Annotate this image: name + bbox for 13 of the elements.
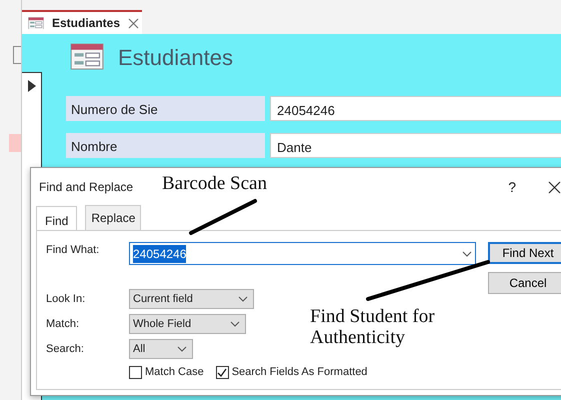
checkbox-label: Match Case	[145, 365, 204, 380]
field-label: Search:	[46, 342, 85, 357]
annotation-text: Barcode Scan	[162, 173, 267, 194]
annotation-text: Find Student for Authenticity	[310, 306, 436, 349]
tab-title: Estudiantes	[52, 15, 120, 32]
form-title: Estudiantes	[118, 44, 233, 72]
checkbox-label: Search Fields As Formatted	[232, 365, 368, 380]
field-label: Nombre	[66, 133, 265, 158]
dialog-title: Find and Replace	[39, 179, 134, 196]
field-label: Numero de Sie	[66, 96, 265, 121]
field-label: Find What:	[46, 243, 100, 258]
field-label: Match:	[46, 316, 80, 332]
field-label: Look In:	[46, 292, 86, 307]
